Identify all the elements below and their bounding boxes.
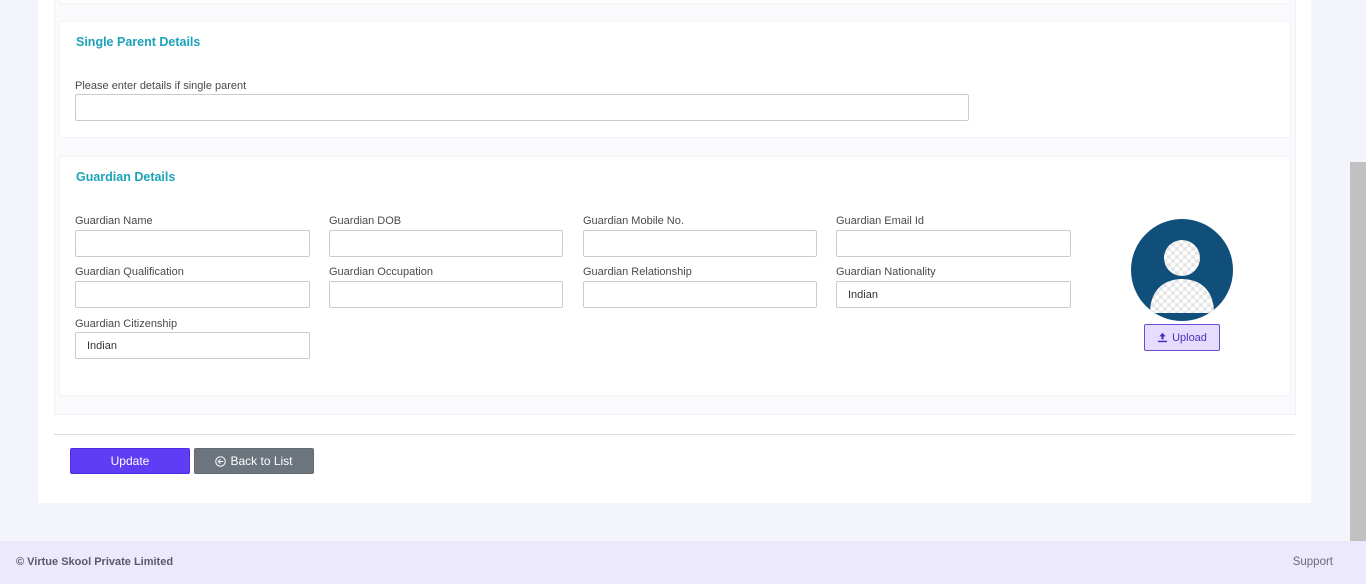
guardian-dob-input[interactable]: [329, 230, 563, 257]
user-avatar-icon: [1131, 219, 1233, 321]
guardian-citizenship-label: Guardian Citizenship: [75, 318, 178, 330]
avatar-silhouette: [1150, 240, 1214, 313]
update-button[interactable]: Update: [70, 448, 190, 474]
guardian-citizenship-input[interactable]: [75, 332, 310, 359]
guardian-occupation-input[interactable]: [329, 281, 563, 308]
guardian-name-input[interactable]: [75, 230, 310, 257]
previous-section-edge: [59, 0, 1291, 4]
guardian-title: Guardian Details: [76, 170, 176, 184]
guardian-mobile-input[interactable]: [583, 230, 817, 257]
footer-support-link[interactable]: Support: [1293, 556, 1333, 568]
back-to-list-label: Back to List: [230, 454, 293, 468]
guardian-relationship-label: Guardian Relationship: [583, 266, 692, 278]
back-to-list-button[interactable]: Back to List: [194, 448, 314, 474]
guardian-dob-label: Guardian DOB: [329, 215, 402, 227]
guardian-nationality-label: Guardian Nationality: [836, 266, 936, 278]
guardian-name-label: Guardian Name: [75, 215, 153, 227]
upload-button[interactable]: Upload: [1144, 324, 1220, 351]
upload-button-label: Upload: [1172, 331, 1207, 344]
scrollbar-thumb[interactable]: [1350, 162, 1366, 541]
guardian-email-label: Guardian Email Id: [836, 215, 925, 227]
guardian-nationality-input[interactable]: [836, 281, 1071, 308]
arrow-left-circle-icon: [215, 455, 227, 467]
guardian-qualification-label: Guardian Qualification: [75, 266, 184, 278]
footer: © Virtue Skool Private Limited Support: [0, 541, 1366, 584]
guardian-email-input[interactable]: [836, 230, 1071, 257]
single-parent-input[interactable]: [75, 94, 969, 121]
guardian-qualification-input[interactable]: [75, 281, 310, 308]
upload-icon: [1157, 332, 1168, 343]
actions-divider: [54, 434, 1295, 435]
footer-copyright: © Virtue Skool Private Limited: [16, 556, 174, 568]
guardian-relationship-input[interactable]: [583, 281, 817, 308]
guardian-occupation-label: Guardian Occupation: [329, 266, 433, 278]
single-parent-title: Single Parent Details: [76, 35, 201, 49]
guardian-mobile-label: Guardian Mobile No.: [583, 215, 684, 227]
single-parent-label: Please enter details if single parent: [75, 80, 247, 92]
